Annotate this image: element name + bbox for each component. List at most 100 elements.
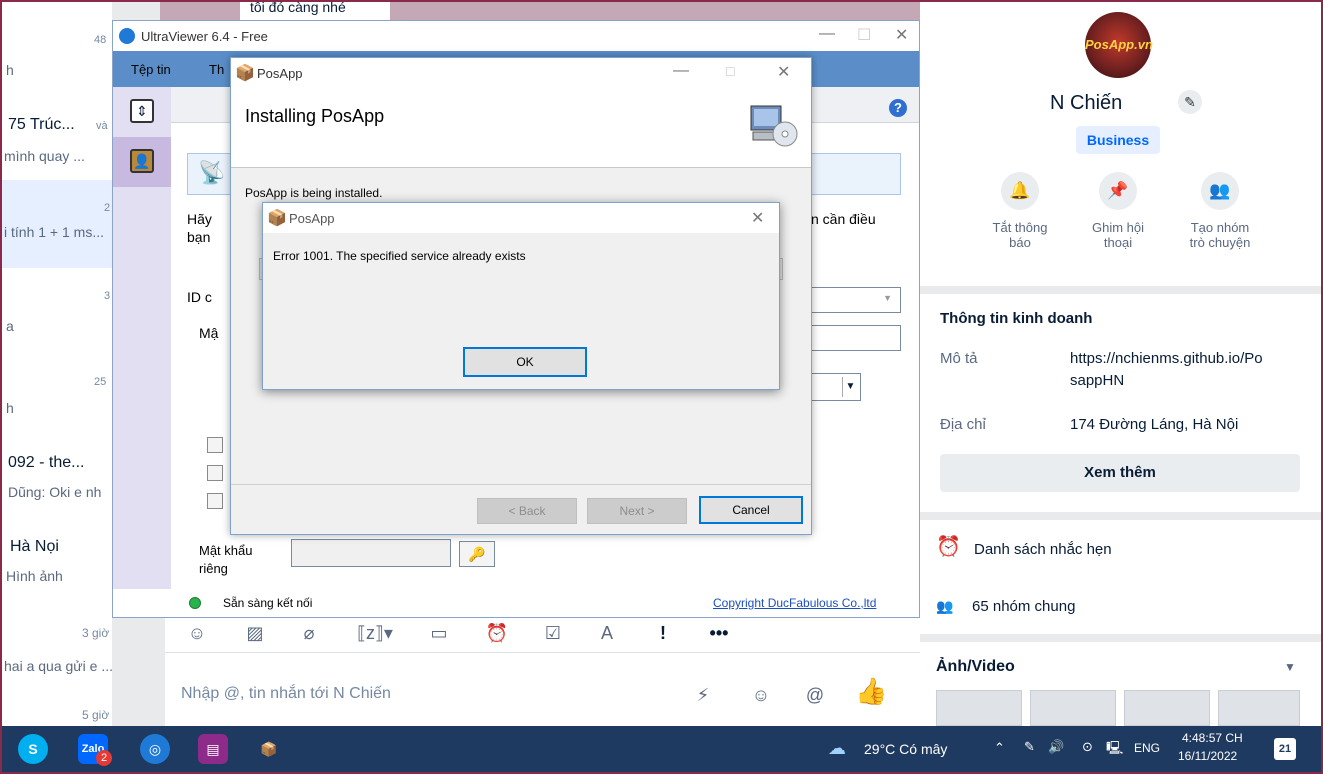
private-password-input[interactable] xyxy=(291,539,451,567)
weather-text[interactable]: 29°C Có mây xyxy=(864,741,947,757)
conversation-time: 25 xyxy=(94,376,107,388)
key-icon[interactable]: 🔑 xyxy=(459,541,495,567)
conversation-item[interactable]: 3 a xyxy=(2,268,112,360)
media-thumbnail[interactable] xyxy=(1030,690,1116,726)
conversation-name: Hà Nọi xyxy=(10,538,59,555)
conversation-time: 48 xyxy=(94,34,107,46)
menu-file[interactable]: Tệp tin xyxy=(131,62,171,77)
language-indicator[interactable]: ENG xyxy=(1134,741,1160,755)
mention-icon[interactable]: @ xyxy=(803,683,827,707)
attach-icon[interactable]: ⌀ xyxy=(297,621,321,645)
status-indicator-icon xyxy=(189,597,201,609)
installer-icon[interactable]: 📦 xyxy=(254,734,284,764)
meet-now-icon[interactable]: ⊙ xyxy=(1082,739,1093,755)
reminder-icon[interactable]: ⏰ xyxy=(485,621,509,645)
conversation-time: 2 xyxy=(104,202,111,214)
clock-time[interactable]: 4:48:57 CH xyxy=(1182,731,1243,745)
private-password-label: riêng xyxy=(199,561,228,576)
notification-center-icon[interactable]: 21 xyxy=(1274,738,1296,760)
notification-badge: 2 xyxy=(96,750,112,766)
sticker-icon[interactable]: ☺ xyxy=(185,621,209,645)
avatar[interactable]: PosApp.vn xyxy=(1085,12,1153,78)
instruction-label: n cần điều xyxy=(811,211,876,227)
description-value-line1: https://nchienms.github.io/Po xyxy=(1070,350,1263,367)
ultraviewer-icon[interactable]: ◎ xyxy=(140,734,170,764)
task-icon[interactable]: ☑ xyxy=(541,621,565,645)
option-checkbox[interactable] xyxy=(207,437,223,453)
add-group-icon: 👥 xyxy=(1201,172,1239,210)
conversation-item[interactable]: 3 giờ hai a qua gửi e ... xyxy=(2,614,112,694)
action-label: Tắt thông xyxy=(992,220,1048,235)
network-icon[interactable]: 🖳 xyxy=(1106,739,1123,761)
pin-conversation-button[interactable]: 📌 Ghim hội thoại xyxy=(1078,172,1158,250)
chevron-up-icon[interactable]: ⌃ xyxy=(994,740,1005,756)
description-label: Mô tả xyxy=(940,350,978,367)
conversation-time: 3 xyxy=(104,290,111,302)
alarm-icon: ⏰ xyxy=(936,536,961,558)
option-checkbox[interactable] xyxy=(207,493,223,509)
description-value-line2: sappHN xyxy=(1070,372,1125,389)
conversation-time: 3 giờ xyxy=(82,626,110,640)
partner-id-dropdown[interactable]: ▼ xyxy=(797,287,901,313)
like-icon[interactable]: 👍 xyxy=(855,678,887,704)
conversation-preview: h xyxy=(6,400,14,416)
close-button[interactable]: ✕ xyxy=(751,208,764,228)
close-button[interactable]: ✕ xyxy=(895,25,908,45)
urgent-icon[interactable]: ! xyxy=(651,621,675,645)
edit-name-icon[interactable]: ✎ xyxy=(1178,90,1202,114)
chevron-down-icon[interactable]: ▼ xyxy=(1284,656,1296,678)
maximize-button[interactable]: ☐ xyxy=(857,25,871,45)
sidebar-contacts-button[interactable]: 👤 xyxy=(113,137,171,187)
see-more-button[interactable]: Xem thêm xyxy=(940,454,1300,492)
minimize-button[interactable]: — xyxy=(819,25,835,43)
create-group-button[interactable]: 👥 Tạo nhóm trò chuyện xyxy=(1180,172,1260,250)
screenshot-icon[interactable]: ⟦z⟧▾ xyxy=(353,621,397,645)
format-text-icon[interactable]: A xyxy=(595,621,619,645)
contact-card-icon[interactable]: ▭ xyxy=(427,621,451,645)
conversation-item[interactable]: 092 - the... Dũng: Oki e nh xyxy=(2,444,112,528)
password-input[interactable] xyxy=(797,325,901,351)
message-input[interactable]: Nhập @, tin nhắn tới N Chiến xyxy=(181,685,391,703)
minimize-button[interactable]: — xyxy=(673,62,689,80)
volume-icon[interactable]: 🔊 xyxy=(1048,739,1064,755)
installer-status-text: PosApp is being installed. xyxy=(245,186,383,200)
cancel-button[interactable]: Cancel xyxy=(699,496,803,524)
media-thumbnail[interactable] xyxy=(1218,690,1300,726)
conversation-preview: a xyxy=(6,318,14,334)
option-checkbox[interactable] xyxy=(207,465,223,481)
ok-button[interactable]: OK xyxy=(463,347,587,377)
media-thumbnail[interactable] xyxy=(936,690,1022,726)
emoji-icon[interactable]: ☺ xyxy=(749,683,773,707)
next-button[interactable]: Next > xyxy=(587,498,687,524)
pen-icon[interactable]: ✎ xyxy=(1024,739,1035,755)
conversation-item-selected[interactable]: 2 i tính 1 + 1 ms... xyxy=(2,180,112,268)
common-groups-row[interactable]: 👥 65 nhóm chung xyxy=(920,580,1321,634)
quick-message-icon[interactable]: ⚡ xyxy=(691,683,715,707)
common-groups-label: 65 nhóm chung xyxy=(972,598,1076,615)
back-button[interactable]: < Back xyxy=(477,498,577,524)
menu-item[interactable]: Th xyxy=(209,62,224,77)
media-thumbnail[interactable] xyxy=(1124,690,1210,726)
conversation-item[interactable]: 25 h xyxy=(2,360,112,444)
help-icon[interactable]: ? xyxy=(889,99,907,117)
reminders-label: Danh sách nhắc hẹn xyxy=(974,541,1112,558)
conversation-item[interactable]: Hà Nọi Hình ảnh xyxy=(2,528,112,614)
groups-icon: 👥 xyxy=(936,598,954,614)
copyright-link[interactable]: Copyright DucFabulous Co.,ltd xyxy=(713,596,876,610)
close-button[interactable]: ✕ xyxy=(777,62,790,82)
skype-icon[interactable]: S xyxy=(18,734,48,764)
image-icon[interactable]: ▨ xyxy=(243,621,267,645)
maximize-button[interactable]: ☐ xyxy=(725,65,736,79)
conversation-time: 5 giờ xyxy=(82,708,110,722)
conversation-item[interactable]: 5 giờ xyxy=(2,694,112,726)
sidebar-connect-button[interactable]: ⇕ xyxy=(113,87,171,137)
clock-date[interactable]: 16/11/2022 xyxy=(1178,749,1237,763)
more-icon[interactable]: ••• xyxy=(707,621,731,645)
winrar-icon[interactable]: ▤ xyxy=(198,734,228,764)
chat-input-area: Nhập @, tin nhắn tới N Chiến ⚡ ☺ @ 👍 xyxy=(165,652,920,726)
mute-notifications-button[interactable]: 🔔 Tắt thông báo xyxy=(980,172,1060,250)
reminders-row[interactable]: ⏰ Danh sách nhắc hẹn xyxy=(920,520,1321,580)
conversation-preview: hai a qua gửi e ... xyxy=(4,658,112,674)
conversation-item[interactable]: 48 h xyxy=(2,2,112,90)
conversation-item[interactable]: 75 Trúc... và mình quay ... xyxy=(2,90,112,180)
